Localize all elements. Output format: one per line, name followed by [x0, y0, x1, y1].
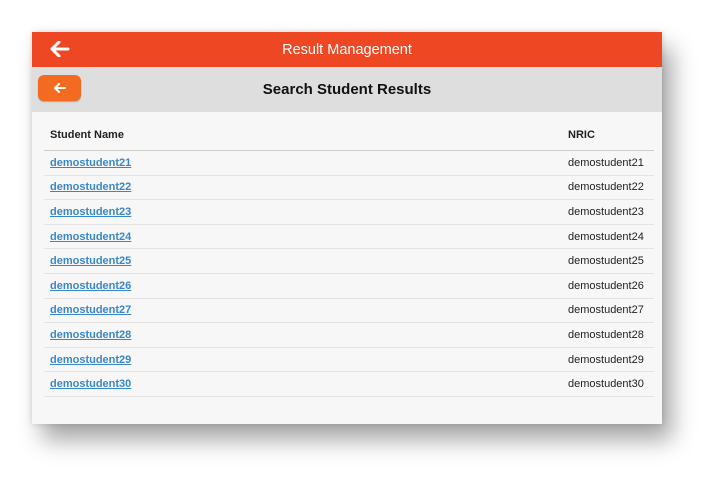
student-link[interactable]: demostudent27	[50, 304, 131, 316]
nric-cell: demostudent23	[562, 199, 654, 225]
nric-cell: demostudent27	[562, 298, 654, 324]
nric-cell: demostudent28	[562, 322, 654, 348]
student-name-cell: demostudent28	[44, 322, 562, 348]
arrow-left-icon	[50, 41, 70, 57]
student-link[interactable]: demostudent28	[50, 329, 131, 341]
student-link[interactable]: demostudent22	[50, 181, 131, 193]
app-header: Result Management	[32, 32, 662, 67]
student-link[interactable]: demostudent26	[50, 280, 131, 292]
student-name-cell: demostudent21	[44, 150, 562, 176]
nric-cell: demostudent21	[562, 150, 654, 176]
table-row: demostudent24 demostudent24	[44, 224, 654, 250]
student-name-cell: demostudent23	[44, 199, 562, 225]
page-title: Search Student Results	[262, 81, 432, 98]
student-name-cell: demostudent25	[44, 248, 562, 274]
table-row: demostudent26 demostudent26	[44, 273, 654, 299]
nric-cell: demostudent22	[562, 175, 654, 201]
student-name-cell: demostudent27	[44, 298, 562, 324]
results-container: Student Name NRIC demostudent21 demostud…	[32, 112, 662, 397]
column-header-student-name: Student Name	[44, 120, 562, 151]
results-table: Student Name NRIC demostudent21 demostud…	[44, 120, 654, 397]
table-row: demostudent22 demostudent22	[44, 175, 654, 201]
student-link[interactable]: demostudent23	[50, 206, 131, 218]
student-name-cell: demostudent26	[44, 273, 562, 299]
student-name-cell: demostudent29	[44, 347, 562, 373]
app-window: Result Management Search Student Results…	[32, 32, 662, 424]
page-back-button[interactable]	[38, 75, 81, 101]
student-link[interactable]: demostudent30	[50, 378, 131, 390]
column-header-nric: NRIC	[562, 120, 654, 151]
nric-cell: demostudent29	[562, 347, 654, 373]
student-name-cell: demostudent30	[44, 371, 562, 397]
header-back-button[interactable]	[46, 38, 74, 60]
page-header: Search Student Results	[32, 67, 662, 112]
nric-cell: demostudent24	[562, 224, 654, 250]
nric-cell: demostudent25	[562, 248, 654, 274]
table-row: demostudent25 demostudent25	[44, 248, 654, 274]
table-row: demostudent27 demostudent27	[44, 298, 654, 324]
student-link[interactable]: demostudent21	[50, 157, 131, 169]
student-link[interactable]: demostudent25	[50, 255, 131, 267]
nric-cell: demostudent26	[562, 273, 654, 299]
student-link[interactable]: demostudent29	[50, 354, 131, 366]
table-row: demostudent21 demostudent21	[44, 150, 654, 176]
nric-cell: demostudent30	[562, 371, 654, 397]
table-header-row: Student Name NRIC	[44, 120, 654, 151]
table-row: demostudent30 demostudent30	[44, 371, 654, 397]
student-name-cell: demostudent22	[44, 175, 562, 201]
student-link[interactable]: demostudent24	[50, 231, 131, 243]
table-row: demostudent23 demostudent23	[44, 199, 654, 225]
table-row: demostudent29 demostudent29	[44, 347, 654, 373]
app-title: Result Management	[282, 41, 412, 58]
student-name-cell: demostudent24	[44, 224, 562, 250]
table-row: demostudent28 demostudent28	[44, 322, 654, 348]
arrow-left-icon	[53, 83, 66, 93]
